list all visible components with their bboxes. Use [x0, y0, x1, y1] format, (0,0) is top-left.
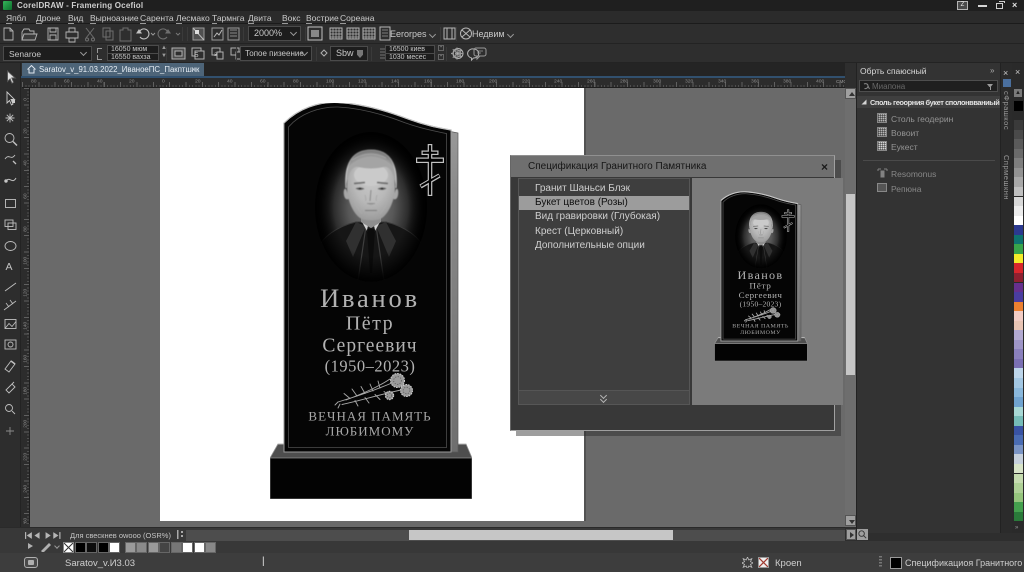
svg-text:Иванов: Иванов: [738, 269, 784, 282]
svg-text:Сергеевич: Сергеевич: [322, 336, 417, 357]
svg-text:(1950–2023): (1950–2023): [740, 300, 782, 309]
svg-text:ЛЮБИМОМУ: ЛЮБИМОМУ: [740, 330, 781, 336]
svg-text:Иванов: Иванов: [320, 283, 420, 313]
svg-text:(1950–2023): (1950–2023): [325, 357, 416, 376]
svg-text:ВЕЧНАЯ ПАМЯТЬ: ВЕЧНАЯ ПАМЯТЬ: [308, 409, 431, 424]
svg-text:ЛЮБИМОМУ: ЛЮБИМОМУ: [326, 424, 415, 439]
svg-text:Сергеевич: Сергеевич: [739, 290, 783, 300]
svg-text:Б: Б: [194, 52, 199, 59]
svg-text:A: A: [6, 261, 13, 273]
svg-text:ВЕЧНАЯ ПАМЯТЬ: ВЕЧНАЯ ПАМЯТЬ: [732, 324, 789, 330]
svg-text:Пётр: Пётр: [346, 313, 394, 335]
svg-text:Пётр: Пётр: [749, 281, 771, 291]
